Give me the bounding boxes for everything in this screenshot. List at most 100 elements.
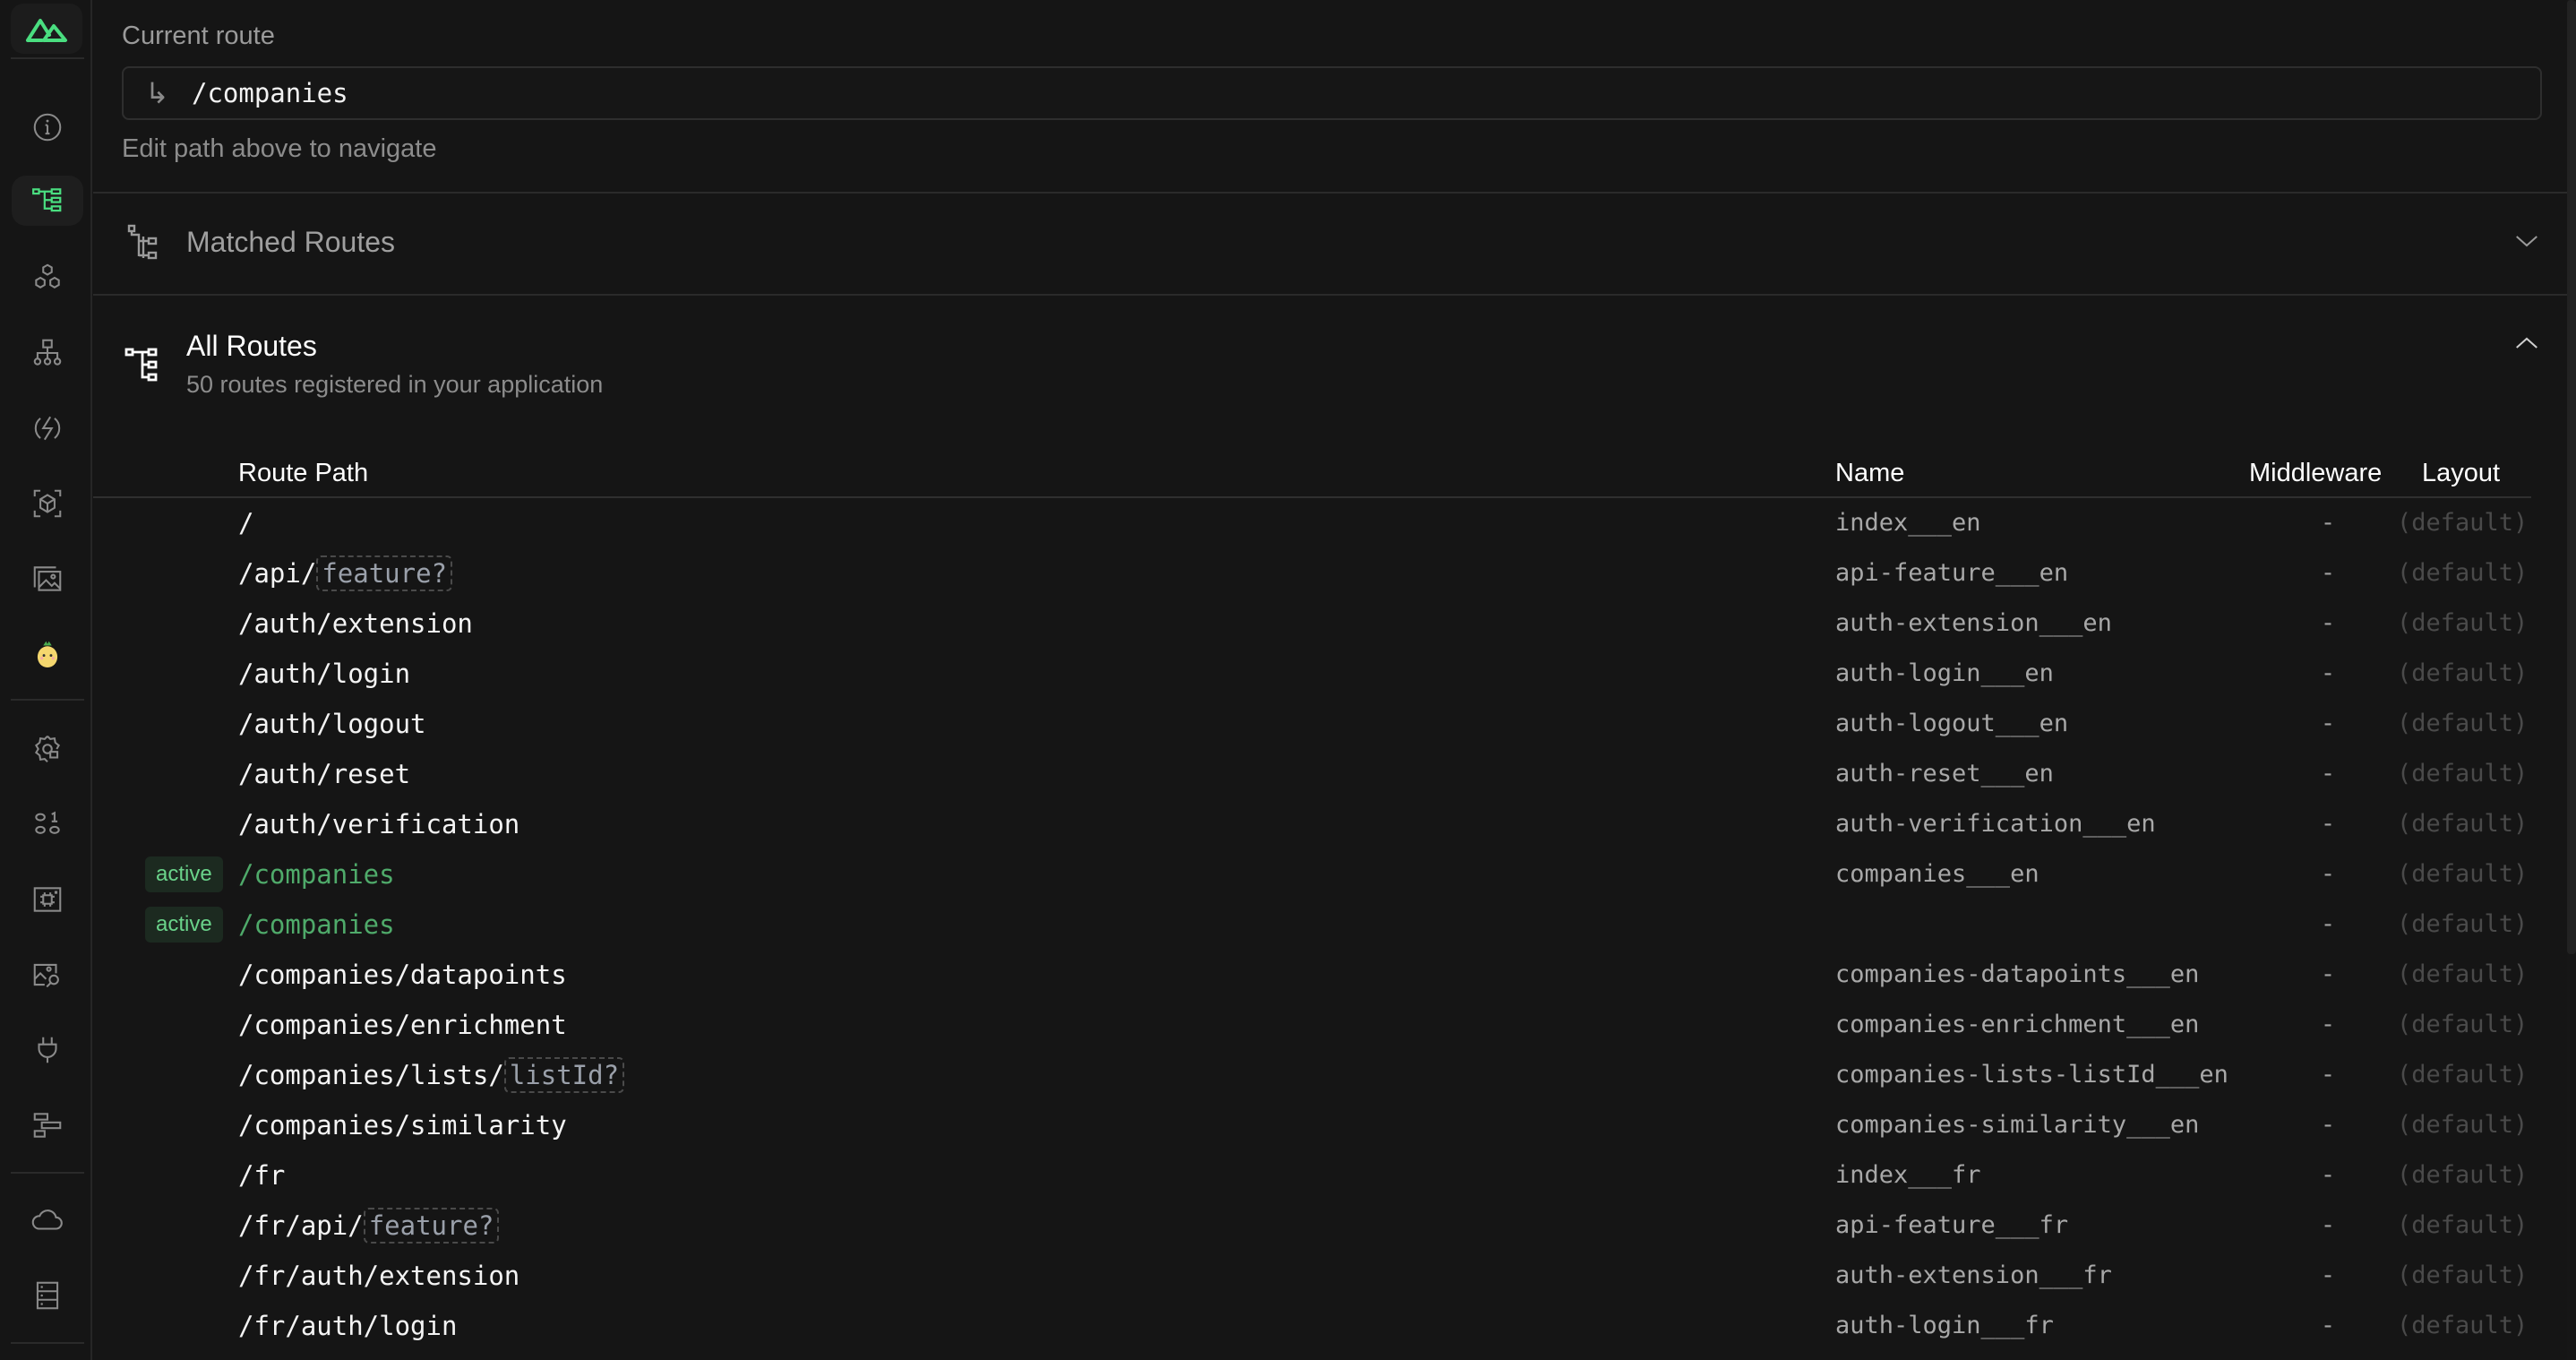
- sidebar-divider: [11, 699, 84, 701]
- sidebar-item-timeline[interactable]: [12, 1100, 83, 1150]
- table-row[interactable]: /fr/auth/extension auth-extension___fr - (d…: [93, 1251, 2531, 1301]
- active-badge: active: [145, 907, 223, 943]
- route-path-static: /api/: [238, 558, 317, 589]
- storage-icon: [36, 1281, 59, 1310]
- route-layout: (default): [2397, 760, 2529, 788]
- chevron-up-icon[interactable]: [2513, 330, 2540, 357]
- route-path[interactable]: /companies: [238, 899, 395, 950]
- sidebar-item-modules[interactable]: [12, 403, 83, 453]
- sidebar-item-runtime-config[interactable]: [12, 724, 83, 774]
- route-path-static: /auth/logout: [238, 709, 426, 739]
- route-middleware: -: [2320, 910, 2336, 938]
- route-param: feature?: [363, 1208, 500, 1244]
- table-row[interactable]: /auth/logout auth-logout___en - (default): [93, 699, 2531, 749]
- table-row[interactable]: /companies/datapoints companies-datapoint…: [93, 950, 2531, 1000]
- sidebar-item-hooks[interactable]: [12, 1025, 83, 1075]
- timeline-icon: [33, 1113, 62, 1138]
- table-row[interactable]: /companies/lists/listId? companies-lists-…: [93, 1050, 2531, 1100]
- route-middleware: -: [2320, 710, 2336, 737]
- route-path[interactable]: /: [238, 498, 253, 548]
- arrow-return-icon: ↳: [145, 77, 169, 109]
- sidebar-divider: [11, 1172, 84, 1174]
- route-layout: (default): [2397, 559, 2529, 587]
- table-row[interactable]: /fr/auth/login auth-login___fr - (default): [93, 1301, 2531, 1351]
- route-param: feature?: [316, 555, 452, 591]
- table-row[interactable]: /auth/verification auth-verification___en…: [93, 799, 2531, 849]
- sidebar-item-storage[interactable]: [12, 1270, 83, 1321]
- route-layout: (default): [2397, 860, 2529, 888]
- sidebar-item-payload[interactable]: [12, 799, 83, 849]
- route-middleware: -: [2320, 810, 2336, 838]
- plug-icon: [38, 1037, 57, 1063]
- current-route-input[interactable]: [190, 77, 2433, 109]
- all-routes-title: All Routes: [186, 330, 317, 362]
- route-layout: (default): [2397, 609, 2529, 637]
- route-path-static: /auth/verification: [238, 809, 520, 839]
- column-header-middleware: Middleware: [2249, 459, 2383, 487]
- nuxt-logo-button[interactable]: [11, 4, 82, 54]
- sidebar-item-inspect[interactable]: [12, 950, 83, 1000]
- route-path[interactable]: /companies/enrichment: [238, 1000, 567, 1050]
- pages-panel: Current route ↳ Edit path above to navig…: [93, 0, 2576, 1360]
- route-path[interactable]: /auth/login: [238, 649, 410, 699]
- sidebar-item-pinia[interactable]: [12, 629, 83, 679]
- table-row[interactable]: /auth/login auth-login___en - (default): [93, 649, 2531, 699]
- current-route-field[interactable]: ↳: [122, 66, 2542, 120]
- table-row[interactable]: active/companies - (default): [93, 899, 2531, 950]
- route-name: companies-lists-listId___en: [1835, 1061, 2228, 1089]
- route-name: auth-verification___en: [1835, 810, 2156, 838]
- route-path-static: /auth/reset: [238, 759, 411, 789]
- table-row[interactable]: /fr index___fr - (default): [93, 1150, 2531, 1201]
- route-path[interactable]: /companies: [238, 849, 395, 899]
- route-path[interactable]: /auth/extension: [238, 598, 473, 649]
- scrollbar[interactable]: [2567, 0, 2576, 1360]
- route-path-static: /companies: [238, 909, 395, 940]
- route-path[interactable]: /companies/similarity: [238, 1100, 567, 1150]
- scrollbar-thumb[interactable]: [2567, 0, 2576, 954]
- route-param: listId?: [503, 1057, 625, 1093]
- route-name: auth-login___fr: [1835, 1312, 2054, 1339]
- route-middleware: -: [2320, 1312, 2336, 1339]
- route-path[interactable]: /auth/logout: [238, 699, 426, 749]
- route-path[interactable]: /auth/reset: [238, 749, 410, 799]
- route-path-static: /companies: [238, 859, 395, 890]
- route-path[interactable]: /fr: [238, 1150, 285, 1201]
- route-path[interactable]: /fr/auth/login: [238, 1301, 457, 1351]
- table-row[interactable]: /companies/similarity companies-similarit…: [93, 1100, 2531, 1150]
- chevron-down-icon[interactable]: [2513, 228, 2540, 254]
- sidebar-item-virtual-files[interactable]: [12, 874, 83, 925]
- info-icon: [33, 113, 62, 142]
- table-row[interactable]: /auth/reset auth-reset___en - (default): [93, 749, 2531, 799]
- all-routes-header[interactable]: All Routes 50 routes registered in your …: [93, 296, 2576, 430]
- route-name: auth-extension___fr: [1835, 1261, 2112, 1289]
- sidebar-item-imports[interactable]: [12, 328, 83, 378]
- sidebar-item-components[interactable]: [12, 253, 83, 303]
- table-row[interactable]: active/companies companies___en - (default): [93, 849, 2531, 899]
- route-path-static: /companies/datapoints: [238, 960, 567, 990]
- route-path[interactable]: /companies/datapoints: [238, 950, 567, 1000]
- table-row[interactable]: /api/feature? api-feature___en - (default): [93, 548, 2531, 598]
- sidebar-item-images[interactable]: [12, 554, 83, 604]
- sidebar-item-pages[interactable]: [12, 176, 83, 226]
- route-middleware: -: [2320, 1061, 2336, 1089]
- route-path[interactable]: /companies/lists/listId?: [238, 1050, 625, 1100]
- route-name: companies-enrichment___en: [1835, 1011, 2200, 1038]
- route-middleware: -: [2320, 860, 2336, 888]
- route-path[interactable]: /auth/verification: [238, 799, 519, 849]
- pinia-icon: [37, 641, 58, 668]
- cloud-icon: [31, 1209, 63, 1230]
- route-path[interactable]: /fr/auth/extension: [238, 1251, 519, 1301]
- sidebar-item-server-routes[interactable]: [12, 1195, 83, 1245]
- table-row[interactable]: / index___en - (default): [93, 498, 2531, 548]
- route-path-static: /companies/lists/: [238, 1060, 504, 1090]
- matched-routes-header[interactable]: Matched Routes: [93, 194, 2576, 294]
- table-row[interactable]: /companies/enrichment companies-enrichmen…: [93, 1000, 2531, 1050]
- route-path[interactable]: /fr/api/feature?: [238, 1201, 500, 1251]
- route-middleware: -: [2320, 1261, 2336, 1289]
- sidebar-item-assets[interactable]: [12, 478, 83, 529]
- table-row[interactable]: /auth/extension auth-extension___en - (defa…: [93, 598, 2531, 649]
- route-hint: Edit path above to navigate: [122, 134, 437, 163]
- sidebar-item-overview[interactable]: [12, 102, 83, 152]
- table-row[interactable]: /fr/api/feature? api-feature___fr - (defaul…: [93, 1201, 2531, 1251]
- route-path[interactable]: /api/feature?: [238, 548, 452, 598]
